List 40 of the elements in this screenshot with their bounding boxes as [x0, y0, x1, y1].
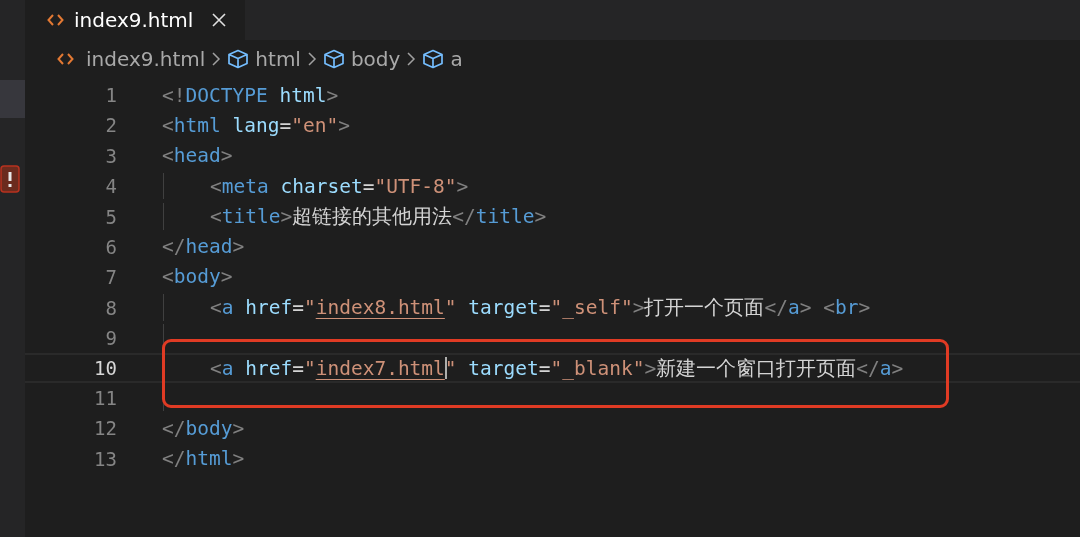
text-cursor [444, 356, 447, 379]
line-number: 7 [105, 265, 118, 288]
breadcrumb-item[interactable]: a [422, 47, 463, 71]
code-line: <title>超链接的其他用法</title> [210, 204, 547, 231]
chevron-icon [306, 51, 317, 67]
line-number: 12 [94, 417, 118, 440]
code-line: </body> [162, 416, 245, 440]
code-line: <a href="index7.html" target="_blank">新建一个窗口打开页面</a> [210, 355, 904, 382]
file-code-icon [47, 13, 64, 27]
code-line: <!DOCTYPE html> [162, 83, 339, 107]
warning-badge-icon [0, 165, 20, 193]
close-icon[interactable] [211, 12, 228, 28]
line-number: 2 [105, 114, 118, 137]
line-number: 6 [105, 235, 118, 258]
line-number: 8 [105, 296, 118, 319]
breadcrumb-item[interactable]: body [322, 47, 401, 71]
code-line: <html lang="en"> [162, 113, 350, 137]
code-line: <meta charset="UTF-8"> [210, 174, 469, 198]
code-line: <body> [162, 265, 233, 289]
line-number: 5 [105, 205, 118, 228]
editor-tab[interactable]: index9.html [25, 0, 245, 40]
line-number: 4 [105, 175, 118, 198]
code-line: <head> [162, 144, 233, 168]
breadcrumb-item[interactable]: index9.html [57, 47, 206, 71]
code-line: </html> [162, 447, 245, 471]
code-line: </head> [162, 235, 245, 259]
cube-icon [422, 49, 445, 69]
cube-icon [227, 49, 250, 69]
breadcrumb-item[interactable]: html [227, 47, 301, 71]
line-number: 9 [105, 326, 118, 349]
code-line: <a href="index8.html" target="_self">打开一个页面</a> <br> [210, 295, 871, 322]
line-number: 13 [94, 447, 118, 470]
chevron-icon [406, 51, 417, 67]
line-number: 3 [105, 144, 118, 167]
chevron-icon [211, 51, 222, 67]
line-number: 10 [94, 357, 118, 380]
cube-icon [322, 49, 345, 69]
line-number: 1 [105, 84, 118, 107]
line-number: 11 [94, 387, 118, 410]
file-code-icon [57, 52, 74, 66]
